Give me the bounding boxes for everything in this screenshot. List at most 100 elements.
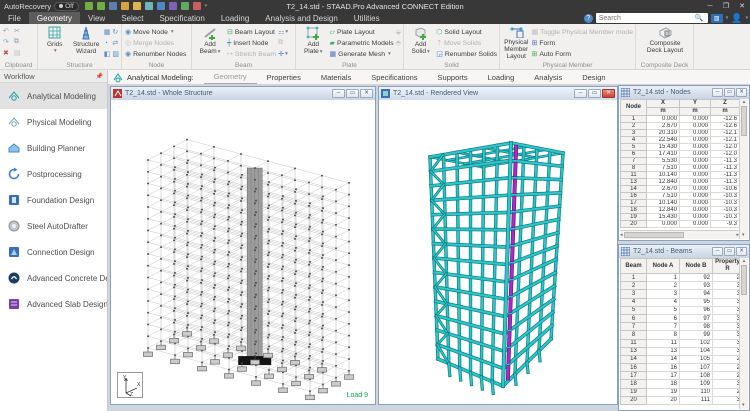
parametric-models-button[interactable]: ▰Parametric Models [330,38,394,48]
move-solids-button[interactable]: ⇡Move Solids [436,38,497,48]
renumber-solids-button[interactable]: ◲Renumber Solids [436,49,497,59]
workflow-item-foundation-design[interactable]: Foundation Design [0,187,107,213]
render-maximize-button[interactable]: ▭ [588,89,601,98]
drop-icon[interactable] [157,2,165,10]
autorecovery-toggle[interactable]: Off [54,2,79,11]
add-plate-button[interactable]: AddPlate▾ [299,26,328,60]
add-beam-button[interactable]: AddBeam▾ [195,26,225,60]
table-row[interactable]: 22.6700.000-12.6 [621,123,740,130]
add-solid-button[interactable]: AddSolid▾ [407,26,434,60]
table-row[interactable]: 1110.1400.000-11.3 [621,172,740,179]
workflow-item-advanced-concrete-desi[interactable]: Advanced Concrete Desi... [0,265,107,291]
chart-icon[interactable] [169,2,177,10]
delete-icon[interactable]: ✖ [3,48,9,58]
tab-properties[interactable]: Properties [257,70,311,84]
table-row[interactable]: 320.3100.000-12.1 [621,130,740,137]
table-row[interactable]: 200.0000.000-9.3 [621,221,740,228]
cube-icon[interactable] [145,2,153,10]
menu-tab-loading[interactable]: Loading [213,12,257,24]
beams-vertical-scrollbar[interactable]: ▴▾ [739,258,748,409]
clipboard-icon[interactable]: ⧉ [14,37,19,47]
move-plates-icon[interactable]: ⬙ [396,27,401,37]
table-row[interactable]: 16161072 [621,364,740,372]
beam-layout-button[interactable]: ⊟Beam Layout [227,27,276,37]
view-minimize-button[interactable]: ─ [332,89,345,98]
table-row[interactable]: 1812.8400.000-10.3 [621,207,740,214]
table-row[interactable]: 1312.8400.000-11.3 [621,179,740,186]
report-icon[interactable] [193,2,201,10]
search-icon[interactable]: 🔍 [695,14,704,22]
table-row[interactable]: 33943 [621,290,740,298]
table-row[interactable]: 14141052 [621,355,740,363]
mirror-icon[interactable]: ◧ [104,49,111,59]
open-folder-icon[interactable] [121,2,129,10]
wireframe-canvas[interactable] [112,100,374,403]
table-row[interactable]: 142.6700.000-10.6 [621,186,740,193]
whole-structure-titlebar[interactable]: T2_14.std - Whole Structure ─ ▭ ✕ [111,87,375,100]
help-icon[interactable]: ? [584,14,593,23]
tab-materials[interactable]: Materials [311,70,361,84]
translational-repeat-icon[interactable]: ▦ [104,27,111,37]
stretch-beam-button[interactable]: ↦Stretch Beam [227,49,276,59]
beams-close-button[interactable]: ✕ [736,247,747,256]
auto-form-button[interactable]: ⊞Auto Form [531,49,633,59]
menu-tab-specification[interactable]: Specification [151,12,212,24]
table-row[interactable]: 19191102 [621,388,740,396]
table-row[interactable]: 75.5300.000-11.3 [621,158,740,165]
renumber-nodes-button[interactable]: ◉Renumber Nodes [125,49,189,59]
generate-mesh-button[interactable]: ▦Generate Mesh▾ [330,49,394,59]
services-caret-icon[interactable]: ▾ [726,15,729,21]
nodes-minimize-button[interactable]: ─ [712,88,723,97]
minimize-button[interactable]: ─ [702,0,718,12]
workflow-item-connection-design[interactable]: Connection Design [0,239,107,265]
circular-repeat-icon[interactable]: ◔ [104,38,111,48]
composite-deck-layout-button[interactable]: CompositeDeck Layout [642,26,688,60]
nodes-titlebar[interactable]: T2_14.std - Nodes ─ ▭ ✕ [619,86,749,99]
renumber-beams-icon[interactable]: ✛▾ [278,49,288,59]
tab-supports[interactable]: Supports [428,70,478,84]
table-row[interactable]: 66973 [621,314,740,322]
search-input[interactable] [599,15,695,22]
structure-wizard-button[interactable]: StructureWizard [71,26,102,60]
move-node-button[interactable]: ◉Move Node▾ [125,27,189,37]
beams-minimize-button[interactable]: ─ [712,247,723,256]
nodes-vertical-scrollbar[interactable]: ▴▾ [739,99,748,239]
save-icon[interactable] [109,2,117,10]
connect-services-icon[interactable]: ▥ [711,14,723,23]
qat-overflow-icon[interactable]: ▾ [205,3,208,9]
cut-icon[interactable]: ✂ [14,26,20,36]
table-row[interactable]: 88993 [621,331,740,339]
table-row[interactable]: 13131043 [621,347,740,355]
account-caret-icon[interactable]: ▾ [745,15,748,21]
undo-icon[interactable] [85,2,93,10]
beams-titlebar[interactable]: T2_14.std - Beams ─ ▭ ✕ [619,245,749,258]
table-row[interactable]: 1710.1400.000-10.3 [621,200,740,207]
table-row[interactable]: 167.5100.000-10.3 [621,193,740,200]
table-row[interactable]: 11111023 [621,339,740,347]
move-structure-icon[interactable]: ⇄ [112,38,119,48]
connect-beams-icon[interactable]: ⚏▾ [278,27,288,37]
redo-icon[interactable] [97,2,105,10]
maximize-button[interactable]: ❐ [718,0,734,12]
table-row[interactable]: 10.0000.000-12.6 [621,116,740,123]
beams-maximize-button[interactable]: ▭ [724,247,735,256]
solid-layout-button[interactable]: ⬡Solid Layout [436,27,497,37]
import-icon[interactable]: ▨ [112,49,119,59]
rendered-view-titlebar[interactable]: T2_14.std - Rendered View ─ ▭ ✕ [379,87,617,100]
grids-button[interactable]: Grids▾ [41,26,69,60]
toggle-physical-member-mode-button[interactable]: ▦Toggle Physical Member mode [531,27,633,37]
table-row[interactable]: 55963 [621,306,740,314]
menu-tab-select[interactable]: Select [113,12,151,24]
menu-tab-view[interactable]: View [80,12,113,24]
menu-tab-analysis-and-design[interactable]: Analysis and Design [257,12,345,24]
table-row[interactable]: 87.5100.000-11.3 [621,165,740,172]
table-row[interactable]: 22933 [621,282,740,290]
form-button[interactable]: ⊞Form [531,38,633,48]
table-row[interactable]: 18181093 [621,380,740,388]
tab-specifications[interactable]: Specifications [361,70,427,84]
nodes-maximize-button[interactable]: ▭ [724,88,735,97]
nodes-horizontal-scrollbar[interactable]: ◂▸ [620,230,739,239]
insert-node-button[interactable]: ┿Insert Node [227,38,276,48]
close-button[interactable]: ✕ [734,0,750,12]
menu-tab-utilities[interactable]: Utilities [346,12,388,24]
